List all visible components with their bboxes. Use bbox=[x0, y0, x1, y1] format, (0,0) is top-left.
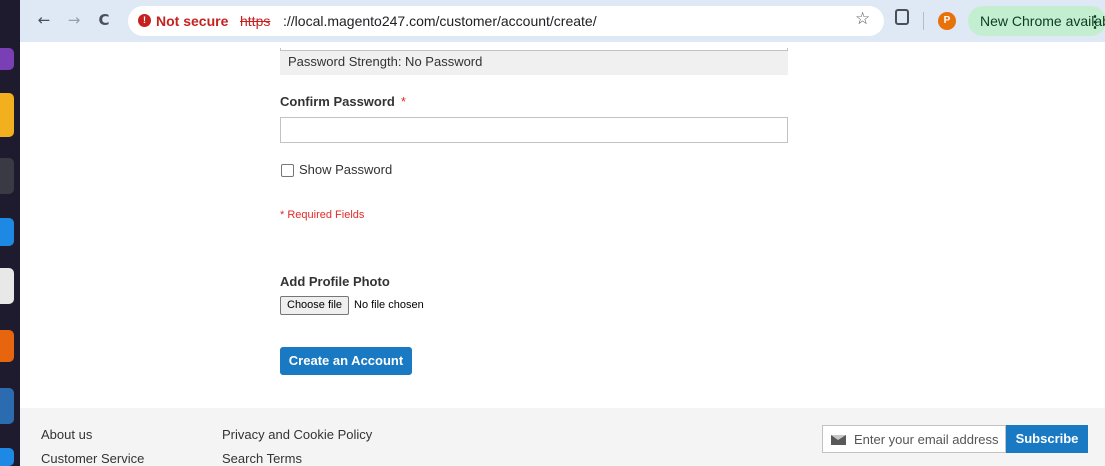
newsletter-email-input[interactable]: Enter your email address bbox=[822, 425, 1006, 453]
choose-file-button[interactable]: Choose file bbox=[280, 296, 350, 315]
required-fields-note: * Required Fields bbox=[280, 209, 365, 221]
footer-link-search-terms[interactable]: Search Terms bbox=[222, 451, 302, 466]
address-bar[interactable]: ! Not secure https ://local.magento247.c… bbox=[128, 6, 884, 36]
not-secure-label[interactable]: Not secure bbox=[156, 13, 228, 29]
profile-avatar[interactable]: P bbox=[938, 12, 956, 30]
bookmark-star-icon[interactable]: ☆ bbox=[855, 9, 870, 29]
dock-app-icon[interactable] bbox=[0, 218, 14, 246]
dock-app-icon[interactable] bbox=[0, 93, 14, 137]
envelope-icon bbox=[831, 435, 846, 445]
dock-app-icon[interactable] bbox=[0, 448, 14, 466]
back-icon[interactable]: ← bbox=[34, 10, 54, 30]
profile-photo-label: Add Profile Photo bbox=[280, 274, 390, 289]
confirm-password-label-text: Confirm Password bbox=[280, 94, 395, 109]
newsletter-placeholder: Enter your email address bbox=[854, 432, 999, 447]
confirm-password-label: Confirm Password * bbox=[280, 94, 406, 109]
password-field-bottom[interactable] bbox=[280, 48, 788, 51]
url-text: ://local.magento247.com/customer/account… bbox=[283, 13, 597, 29]
chrome-update-button[interactable]: New Chrome available ⋮ bbox=[968, 6, 1105, 36]
page-footer: About us Customer Service Privacy and Co… bbox=[20, 408, 1105, 466]
url-scheme: https bbox=[240, 13, 271, 29]
os-dock bbox=[0, 0, 20, 466]
file-status: No file chosen bbox=[354, 299, 424, 311]
dock-app-icon[interactable] bbox=[0, 330, 14, 362]
password-strength-meter: Password Strength: No Password bbox=[280, 48, 788, 75]
password-strength-text: Password Strength: No Password bbox=[288, 54, 483, 69]
dock-app-icon[interactable] bbox=[0, 268, 14, 304]
dock-app-icon[interactable] bbox=[0, 48, 14, 70]
footer-link-about[interactable]: About us bbox=[41, 427, 92, 442]
footer-link-customer-service[interactable]: Customer Service bbox=[41, 451, 144, 466]
show-password-checkbox[interactable] bbox=[281, 164, 294, 177]
more-menu-icon[interactable]: ⋮ bbox=[1087, 12, 1103, 32]
confirm-password-input[interactable] bbox=[280, 117, 788, 143]
footer-link-privacy[interactable]: Privacy and Cookie Policy bbox=[222, 427, 372, 442]
subscribe-button[interactable]: Subscribe bbox=[1006, 425, 1088, 453]
dock-app-icon[interactable] bbox=[0, 388, 14, 424]
dock-app-icon[interactable] bbox=[0, 158, 14, 194]
browser-toolbar: ← → C ! Not secure https ://local.magent… bbox=[20, 0, 1105, 42]
extensions-icon[interactable] bbox=[895, 9, 909, 25]
required-marker: * bbox=[400, 94, 406, 109]
not-secure-icon[interactable]: ! bbox=[138, 14, 151, 27]
create-account-button[interactable]: Create an Account bbox=[280, 347, 412, 375]
toolbar-divider bbox=[923, 12, 924, 30]
reload-icon[interactable]: C bbox=[94, 10, 114, 30]
show-password-label[interactable]: Show Password bbox=[299, 162, 392, 177]
forward-icon[interactable]: → bbox=[64, 10, 84, 30]
